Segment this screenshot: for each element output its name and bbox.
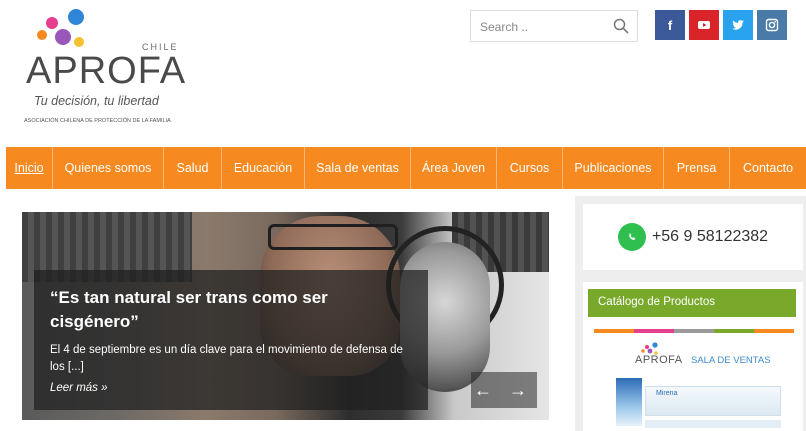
product-image-strip [645,420,781,428]
nav-item-contacto[interactable]: Contacto [730,147,806,189]
nav-item-salud[interactable]: Salud [164,147,222,189]
nav-item-area-joven[interactable]: Área Joven [411,147,497,189]
slide-title[interactable]: “Es tan natural ser trans como ser cisgé… [50,286,412,334]
nav-item-publicaciones[interactable]: Publicaciones [563,147,664,189]
youtube-icon [698,21,710,29]
slide-excerpt: El 4 de septiembre es un día clave para … [50,344,403,373]
nav-item-educacion[interactable]: Educación [222,147,305,189]
color-stripes [594,329,794,333]
site-logo[interactable]: CHILE APROFA Tu decisión, tu libertad AS… [24,8,224,126]
nav-item-inicio[interactable]: Inicio [6,147,53,189]
logo-wordmark: APROFA [26,50,187,92]
nav-item-sala-de-ventas[interactable]: Sala de ventas [305,147,411,189]
org-full-name: ASOCIACIÓN CHILENA DE PROTECCIÓN DE LA F… [24,118,171,124]
catalog-widget: Catálogo de Productos APROFA SALA DE VEN… [583,282,803,431]
featured-slider[interactable]: “Es tan natural ser trans como ser cisgé… [22,212,549,420]
logo-tagline: Tu decisión, tu libertad [34,94,159,108]
product-image-tube[interactable] [616,378,642,426]
sales-label: SALA DE VENTAS [691,355,771,366]
sales-banner[interactable]: APROFA SALA DE VENTAS [635,342,785,370]
facebook-icon: f [667,17,673,33]
youtube-button[interactable] [689,10,719,40]
twitter-icon [732,20,744,30]
slide-glasses [268,224,398,250]
product-image-box[interactable]: Mirena [645,386,781,416]
phone-number[interactable]: +56 9 58122382 [652,228,768,246]
arrow-left-icon[interactable]: ← [473,381,493,399]
product-label: Mirena [656,390,678,397]
main-nav: Inicio Quienes somos Salud Educación Sal… [6,147,806,189]
whatsapp-icon [617,223,646,251]
read-more-link[interactable]: Leer más » [50,382,412,394]
catalog-title[interactable]: Catálogo de Productos [588,289,796,317]
phone-widget[interactable]: +56 9 58122382 [583,204,803,270]
mini-logo-word: APROFA [635,354,683,366]
instagram-button[interactable] [757,10,787,40]
facebook-button[interactable]: f [655,10,685,40]
twitter-button[interactable] [723,10,753,40]
search-icon[interactable] [613,18,629,34]
search-placeholder: Search .. [480,20,529,34]
nav-item-quienes-somos[interactable]: Quienes somos [53,147,164,189]
nav-item-prensa[interactable]: Prensa [664,147,730,189]
slide-caption: “Es tan natural ser trans como ser cisgé… [34,270,428,410]
arrow-right-icon[interactable]: → [508,381,528,399]
sidebar: +56 9 58122382 Catálogo de Productos APR… [575,196,806,431]
nav-item-cursos[interactable]: Cursos [497,147,563,189]
instagram-icon [765,18,779,32]
search-input[interactable]: Search .. [470,10,638,42]
